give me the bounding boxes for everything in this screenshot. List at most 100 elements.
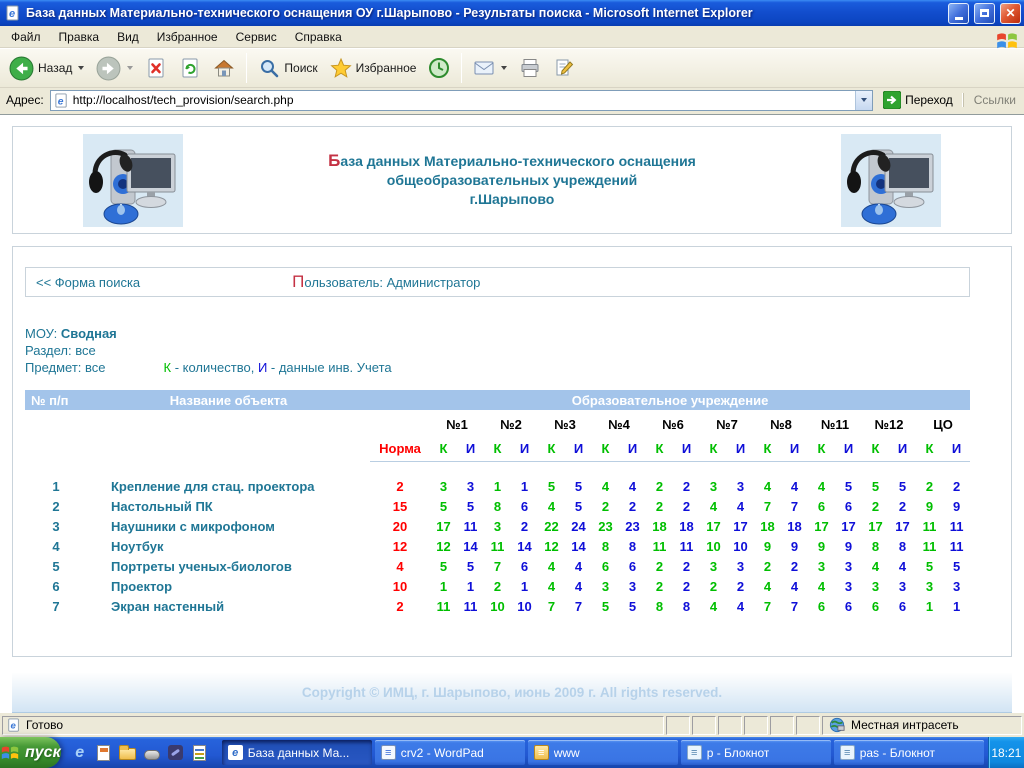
menu-item[interactable]: Вид (108, 27, 148, 47)
home-button[interactable] (208, 55, 240, 81)
i-value: 2 (619, 496, 646, 516)
copyright-footer: Copyright © ИМЦ, г. Шарыпово, июнь 2009 … (12, 673, 1012, 713)
search-button[interactable]: Поиск (253, 55, 322, 81)
status-cell (692, 716, 716, 735)
menu-item[interactable]: Правка (50, 27, 109, 47)
favorites-button[interactable]: Избранное (325, 55, 422, 81)
taskbar-task-button[interactable]: eБаза данных Ма... (222, 740, 372, 765)
col-group-header: Образовательное учреждение (370, 390, 970, 410)
school-column-header: №7 (700, 410, 754, 437)
links-band[interactable]: Ссылки (963, 93, 1022, 107)
i-value: 3 (889, 576, 916, 596)
back-icon (9, 56, 34, 81)
restore-button[interactable] (974, 3, 995, 24)
k-value: 5 (430, 496, 457, 516)
norma-value: 20 (370, 516, 430, 536)
back-button[interactable]: Назад (4, 54, 89, 83)
i-value: 2 (673, 556, 700, 576)
norma-value: 2 (370, 596, 430, 616)
status-text: Готово (26, 718, 63, 732)
stop-button[interactable] (140, 55, 172, 81)
chevron-down-icon (861, 98, 867, 102)
row-number: 6 (25, 576, 87, 596)
taskbar-task-button[interactable]: ≡p - Блокнот (681, 740, 831, 765)
i-value: 10 (727, 536, 754, 556)
refresh-button[interactable] (174, 55, 206, 81)
k-value: 10 (484, 596, 511, 616)
k-value: 23 (592, 516, 619, 536)
school-column-header: ЦО (916, 410, 970, 437)
legend-i: И (258, 360, 267, 375)
mail-button[interactable] (468, 56, 512, 80)
address-dropdown-button[interactable] (855, 91, 872, 110)
k-value: 8 (484, 496, 511, 516)
k-value: 11 (484, 536, 511, 556)
k-value: 12 (430, 536, 457, 556)
print-button[interactable] (514, 55, 546, 81)
user-dropcap: П (292, 272, 304, 291)
go-button[interactable]: Переход (879, 90, 957, 110)
minimize-button[interactable] (948, 3, 969, 24)
k-value: 8 (592, 536, 619, 556)
i-column-label: И (943, 437, 970, 461)
k-value: 10 (700, 536, 727, 556)
predmet-line: Предмет: всеК - количество, И - данные и… (25, 359, 999, 376)
ql-internet-explorer-icon[interactable]: e (71, 744, 89, 762)
status-cell (718, 716, 742, 735)
start-button[interactable]: пуск (0, 737, 61, 768)
i-value: 4 (619, 476, 646, 496)
history-button[interactable] (423, 55, 455, 81)
k-value: 17 (430, 516, 457, 536)
address-input[interactable] (69, 91, 855, 110)
back-label: Назад (38, 61, 72, 75)
i-value: 14 (457, 536, 484, 556)
i-value: 9 (835, 536, 862, 556)
school-column-header: №4 (592, 410, 646, 437)
table-row: 1Крепление для стац. проектора2331155442… (25, 476, 970, 496)
folder-icon: ≡ (534, 745, 549, 760)
i-column-label: И (457, 437, 484, 461)
i-column-label: И (835, 437, 862, 461)
ql-swish-icon[interactable] (167, 744, 185, 762)
go-label: Переход (905, 93, 953, 107)
taskbar-task-button[interactable]: ≡www (528, 740, 678, 765)
k-value: 2 (754, 556, 781, 576)
search-form-link[interactable]: << Форма поиска (36, 275, 140, 290)
menu-item[interactable]: Файл (2, 27, 50, 47)
results-table: № п/п Название объекта Образовательное у… (25, 390, 970, 616)
i-column-label: И (727, 437, 754, 461)
k-column-label: К (538, 437, 565, 461)
i-value: 1 (457, 576, 484, 596)
k-value: 2 (646, 576, 673, 596)
k-value: 7 (484, 556, 511, 576)
ql-php-editor-icon[interactable] (191, 744, 209, 762)
i-value: 2 (889, 496, 916, 516)
menu-item[interactable]: Сервис (227, 27, 286, 47)
taskbar-task-button[interactable]: ≡pas - Блокнот (834, 740, 984, 765)
user-label: Пользователь: Администратор (292, 272, 480, 292)
taskbar-task-button[interactable]: ≡crv2 - WordPad (375, 740, 525, 765)
i-value: 17 (889, 516, 916, 536)
i-column-label: И (511, 437, 538, 461)
edit-button[interactable] (548, 55, 580, 81)
i-value: 7 (781, 496, 808, 516)
i-value: 11 (943, 516, 970, 536)
i-value: 9 (781, 536, 808, 556)
school-column-header: №12 (862, 410, 916, 437)
computer-clipart-right (841, 134, 941, 227)
i-value: 3 (943, 576, 970, 596)
ql-folder-icon[interactable] (119, 744, 137, 762)
ql-media-icon[interactable] (143, 744, 161, 762)
ql-html-editor-icon[interactable] (95, 744, 113, 762)
k-value: 2 (700, 576, 727, 596)
i-value: 5 (565, 476, 592, 496)
address-field[interactable] (50, 90, 873, 111)
menu-item[interactable]: Избранное (148, 27, 227, 47)
menu-item[interactable]: Справка (286, 27, 351, 47)
k-value: 3 (862, 576, 889, 596)
go-icon (883, 91, 901, 109)
k-value: 11 (430, 596, 457, 616)
forward-button[interactable] (91, 54, 138, 83)
close-button[interactable]: ✕ (1000, 3, 1021, 24)
norma-value: 15 (370, 496, 430, 516)
